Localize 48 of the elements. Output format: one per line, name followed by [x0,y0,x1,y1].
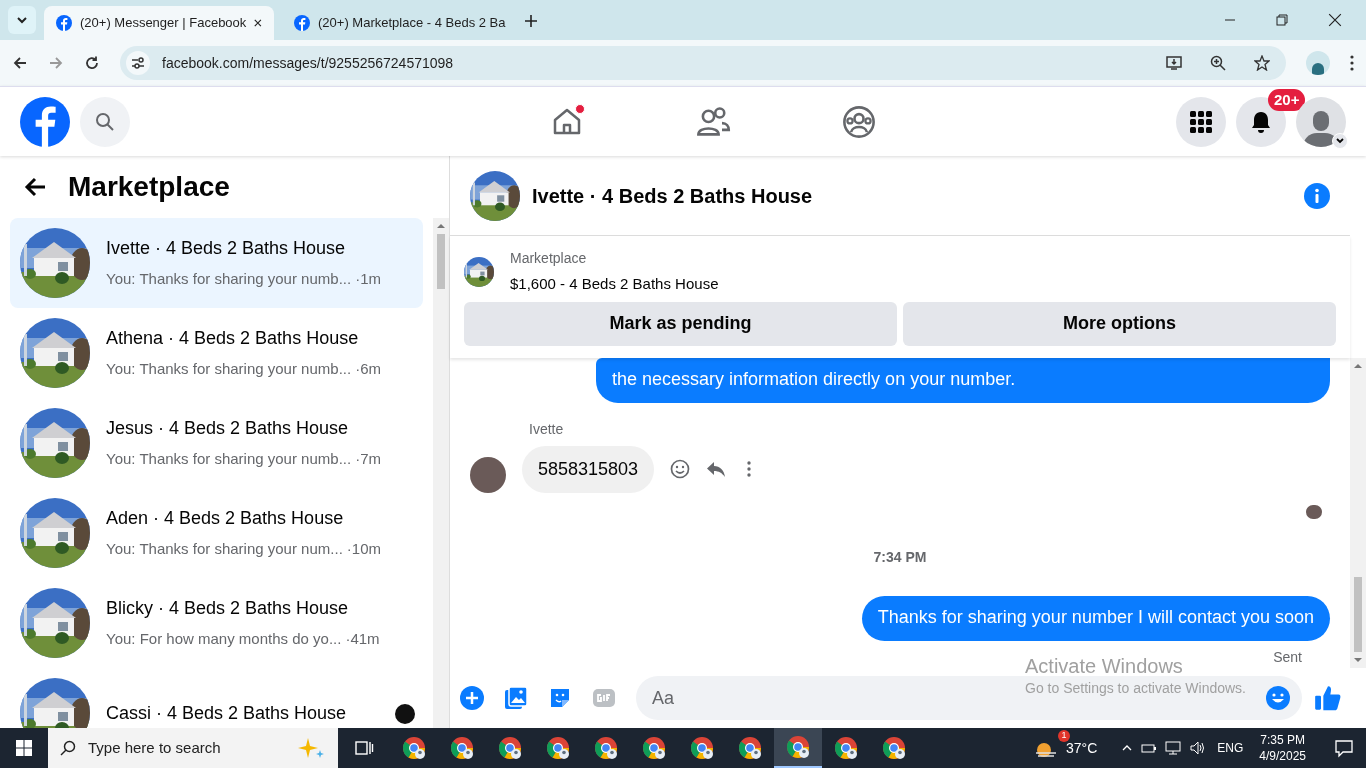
address-field[interactable]: facebook.com/messages/t/9255256724571098 [120,46,1286,80]
sender-name: Ivette [529,419,565,439]
message-time: ·41m [345,629,380,650]
taskbar-search-field[interactable]: Type here to search [48,728,338,768]
tab-title: (20+) Messenger | Facebook [80,14,247,33]
conversation-item[interactable]: Blicky · 4 Beds 2 Baths House You: For how many months do yo... ·41m [10,578,423,668]
browser-tab[interactable]: (20+) Marketplace - 4 Beds 2 Ba [282,6,512,40]
message-time: ·7m [355,449,381,470]
listing-title: $1,600 - 4 Beds 2 Baths House [510,274,719,294]
conversation-title: Cassi · 4 Beds 2 Baths House [106,701,347,725]
listing-button[interactable]: Mark as pending [464,301,897,346]
conversation-item[interactable]: Ivette · 4 Beds 2 Baths House You: Thanks for sharing your numb... ·1m [10,218,423,308]
message-preview: You: Thanks for sharing your numb... [106,449,352,470]
clock-time: 7:35 PM [1260,732,1305,748]
clock-date: 4/9/2025 [1259,748,1306,764]
language-indicator[interactable]: ENG [1217,739,1244,757]
outgoing-message: the necessary information directly on your number. [596,357,1330,403]
conversation-item[interactable]: Aden · 4 Beds 2 Baths House You: Thanks for sharing your num... ·10m [10,488,423,578]
message-status: Sent [1273,648,1302,667]
search-placeholder: Type here to search [88,737,222,758]
message-time: ·1m [355,269,381,290]
activation-text: Go to Settings to activate Windows. [1025,679,1246,698]
chat-title: Ivette · 4 Beds 2 Baths House [532,183,814,209]
tab-title: (20+) Marketplace - 4 Beds 2 Ba [318,14,506,33]
conversation-title: Ivette · 4 Beds 2 Baths House [106,237,347,261]
message-time: ·6m [355,359,381,380]
listing-button[interactable]: More options [903,301,1336,346]
notification-badge: 20+ [1268,88,1306,111]
activation-title: Activate Windows [1025,654,1183,678]
weather-badge: 1 [1058,730,1070,742]
conversation-item[interactable]: Athena · 4 Beds 2 Baths House You: Thanks for sharing your numb... ·6m [10,308,423,398]
url-text: facebook.com/messages/t/9255256724571098 [162,53,455,73]
listing-label: Marketplace [510,249,588,268]
conversation-title: Blicky · 4 Beds 2 Baths House [106,597,350,621]
outgoing-message: Thanks for sharing your number I will contact you soon [861,596,1330,641]
browser-tab[interactable]: (20+) Messenger | Facebook [44,6,274,40]
message-preview: You: Thanks for sharing your numb... [106,359,352,380]
panel-title: Marketplace [68,170,230,204]
conversation-item[interactable]: Jesus · 4 Beds 2 Baths House You: Thanks for sharing your numb... ·7m [10,398,423,488]
message-time: ·10m [346,539,381,560]
conversation-title: Aden · 4 Beds 2 Baths House [106,507,345,531]
message-preview: You: Thanks for sharing your numb... [106,269,352,290]
timestamp: 7:34 PM [873,548,927,567]
conversation-title: Jesus · 4 Beds 2 Baths House [106,417,350,441]
incoming-message: 5858315803 [522,445,655,493]
conversation-title: Athena · 4 Beds 2 Baths House [106,327,360,351]
message-preview: You: Thanks for sharing your num... [106,539,343,560]
message-preview: You: For how many months do yo... [106,629,342,650]
